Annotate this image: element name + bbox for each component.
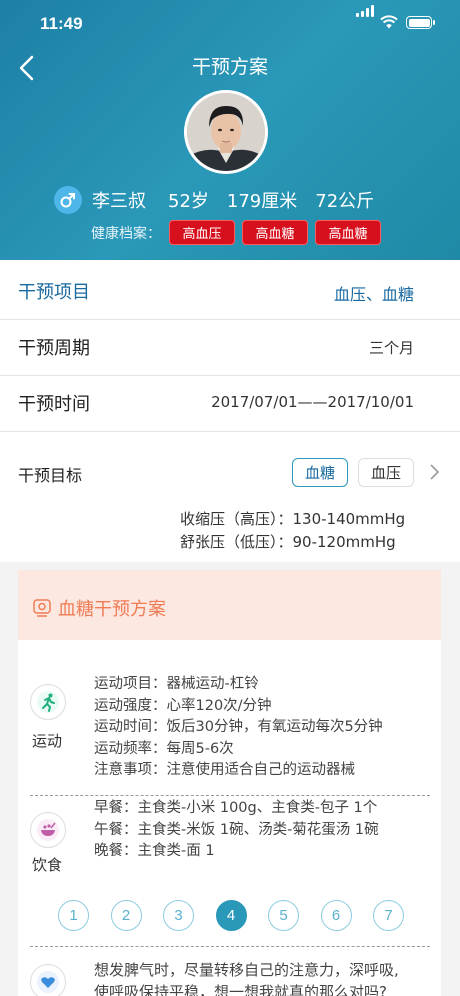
row-intervention-project[interactable]: 干预项目 血压、血糖 [0, 264, 460, 320]
plan-title: 血糖干预方案 [58, 599, 166, 620]
divider [30, 795, 430, 796]
exercise-label: 运动 [32, 732, 63, 750]
plan-section: 血糖干预方案 运动 运动项目：器械运动-杠铃 运动强度：心率120次/分钟 运动… [0, 562, 460, 996]
goal-systolic: 收缩压（高压）：130-140mmHg [180, 510, 406, 528]
goal-chip-blood-pressure[interactable]: 血压 [358, 458, 414, 487]
status-time: 11:49 [40, 14, 83, 33]
mood-line: 使呼吸保持平稳，想一想我就真的那么对吗? [94, 982, 387, 996]
row-value: 三个月 [368, 339, 414, 357]
diet-line: 早餐：主食类-小米 100g、主食类-包子 1个 [94, 800, 378, 816]
diet-pager: 1 2 3 4 5 6 7 [58, 900, 426, 931]
diet-details: 早餐：主食类-小米 100g、主食类-包子 1个 午餐：主食类-米饭 1碗、汤类… [94, 798, 379, 863]
page-1[interactable]: 1 [58, 900, 89, 931]
user-height: 179厘米 [226, 191, 298, 212]
row-label: 干预项目 [18, 282, 90, 303]
row-value: 2017/07/01——2017/10/01 [211, 393, 414, 411]
exercise-line: 运动时间：饭后30分钟，有氧运动每次5分钟 [94, 719, 383, 735]
diet-line: 晚餐：主食类-面 1 [94, 843, 215, 859]
plan-card: 血糖干预方案 运动 运动项目：器械运动-杠铃 运动强度：心率120次/分钟 运动… [18, 570, 441, 996]
plan-header: 血糖干预方案 [18, 570, 441, 640]
page-title: 干预方案 [191, 56, 268, 78]
user-weight: 72公斤 [315, 191, 375, 212]
health-record-label: 健康档案： [91, 225, 161, 242]
goal-chip-blood-sugar[interactable]: 血糖 [292, 458, 348, 487]
mood-details: 想发脾气时，尽量转移自己的注意力，深呼吸, 使呼吸保持平稳，想一想我就真的那么对… [94, 960, 399, 996]
heart-icon [30, 964, 66, 996]
row-intervention-period: 干预周期 三个月 [0, 320, 460, 376]
health-tag: 高血糖 [315, 220, 381, 245]
page-5[interactable]: 5 [268, 900, 299, 931]
intervention-goal: 干预目标 血糖 血压 收缩压（高压）：130-140mmHg 舒张压（低压）：9… [0, 430, 460, 560]
profile-info: 李三叔 52岁 179厘米 72公斤 [54, 186, 392, 214]
bowl-icon [30, 812, 66, 848]
page-4-active[interactable]: 4 [215, 900, 247, 931]
goal-diastolic: 舒张压（低压）：90-120mmHg [180, 533, 396, 551]
health-tag: 高血糖 [242, 220, 308, 245]
diet-line: 午餐：主食类-米饭 1碗、汤类-菊花蛋汤 1碗 [94, 821, 379, 838]
profile-header: 11:49 干预方案 李三叔 52岁 179厘米 72公斤 健康档案： 高血压 … [0, 0, 460, 260]
row-label: 干预周期 [18, 338, 90, 359]
exercise-line: 运动频率：每周5-6次 [94, 740, 234, 757]
plan-icon [33, 599, 51, 617]
page-7[interactable]: 7 [373, 900, 404, 931]
health-record: 健康档案： 高血压 高血糖 高血糖 [91, 220, 388, 245]
male-icon [54, 186, 82, 214]
page-2[interactable]: 2 [110, 900, 142, 931]
mood-line: 想发脾气时，尽量转移自己的注意力，深呼吸, [94, 961, 399, 979]
page-3[interactable]: 3 [163, 900, 194, 931]
health-tag: 高血压 [169, 220, 235, 245]
goal-label: 干预目标 [18, 466, 83, 485]
avatar [184, 90, 268, 174]
row-label: 干预时间 [18, 394, 90, 415]
exercise-line: 注意事项：注意使用适合自己的运动器械 [94, 762, 355, 778]
battery-icon [406, 16, 435, 29]
row-intervention-time: 干预时间 2017/07/01——2017/10/01 [0, 376, 460, 432]
exercise-line: 运动项目：器械运动-杠铃 [94, 676, 259, 692]
chevron-right-icon[interactable] [428, 463, 440, 481]
exercise-details: 运动项目：器械运动-杠铃 运动强度：心率120次/分钟 运动时间：饭后30分钟，… [94, 674, 383, 782]
page-6[interactable]: 6 [320, 900, 352, 931]
wifi-icon [380, 15, 398, 29]
user-name: 李三叔 [92, 191, 146, 212]
row-value: 血压、血糖 [333, 285, 414, 304]
diet-label: 饮食 [32, 856, 63, 874]
exercise-line: 运动强度：心率120次/分钟 [94, 697, 272, 714]
status-bar: 11:49 [0, 0, 460, 44]
divider [30, 946, 430, 947]
running-icon [30, 684, 66, 720]
user-age: 52岁 [168, 191, 209, 212]
